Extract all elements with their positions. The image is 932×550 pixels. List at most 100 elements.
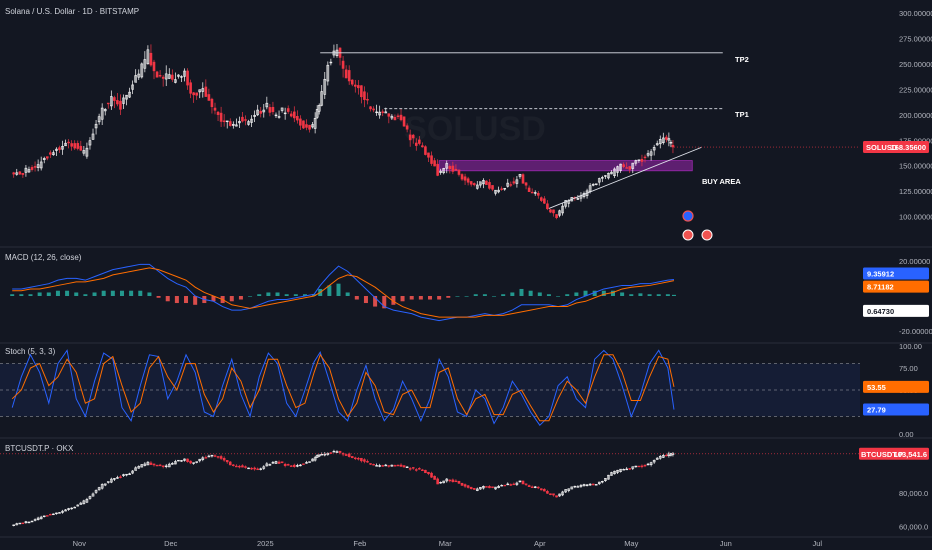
- btc-candle: [591, 483, 595, 486]
- macd-histogram-bar: [10, 294, 15, 296]
- sol-candle: [241, 116, 244, 122]
- macd-histogram-bar: [184, 296, 189, 304]
- sol-candle: [625, 167, 629, 169]
- sol-candle: [402, 116, 406, 127]
- btc-candle: [451, 479, 455, 482]
- macd-histogram-bar: [464, 296, 469, 297]
- btc-candle: [387, 465, 391, 467]
- btc-candle: [366, 461, 369, 463]
- btc-candle: [521, 480, 525, 485]
- event-lightning-icon[interactable]: [682, 210, 694, 222]
- sol-candle: [210, 98, 214, 108]
- btc-candle: [347, 453, 351, 457]
- macd-histogram-bar: [238, 296, 243, 300]
- sol-candle: [546, 203, 549, 210]
- macd-histogram-bar: [345, 292, 350, 296]
- sol-candle: [622, 164, 625, 167]
- btc-candle: [503, 484, 507, 487]
- btc-pane-title: BTCUSDT.P · OKX: [5, 444, 74, 453]
- btc-candle: [427, 471, 430, 474]
- macd-histogram-bar: [65, 290, 70, 296]
- sol-candle: [213, 107, 217, 111]
- sol-candle: [18, 171, 22, 175]
- macd-histogram-bar: [275, 292, 280, 296]
- macd-histogram-bar: [446, 296, 451, 298]
- sol-candle: [463, 176, 467, 181]
- sol-candle: [393, 116, 397, 121]
- btc-candle: [414, 469, 418, 471]
- stoch-y-tick: 100.00: [899, 342, 922, 351]
- btc-candle: [463, 484, 467, 487]
- sol-candle: [219, 112, 223, 122]
- sol-candle: [414, 142, 418, 146]
- btc-candle: [338, 450, 342, 453]
- btc-candle: [665, 454, 668, 457]
- stoch-value-tag: 27.79: [867, 406, 886, 415]
- macd-histogram-bar: [92, 292, 97, 296]
- btc-candle: [152, 463, 156, 466]
- sol-candle: [405, 125, 409, 130]
- sol-candle: [628, 166, 632, 170]
- btc-candle: [235, 465, 238, 468]
- sol-candle: [308, 124, 311, 130]
- sol-candle: [454, 168, 458, 171]
- sol-candle: [399, 114, 403, 121]
- sol-candle: [460, 174, 464, 180]
- sol-candle: [49, 152, 52, 155]
- btc-candle: [302, 463, 305, 465]
- x-tick-label-jun: Jun: [720, 539, 732, 548]
- macd-y-tick: 20.00000: [899, 257, 930, 266]
- sol-candle: [186, 70, 189, 86]
- sol-candle: [360, 85, 363, 98]
- sol-candle: [70, 143, 73, 147]
- chart-canvas: SOLUSD Nov Dec 2025 Feb Mar Apr May Jun Jul 100.0…: [0, 0, 932, 550]
- btc-candle: [485, 486, 488, 488]
- sol-candle: [543, 198, 546, 204]
- btc-candle: [289, 465, 293, 467]
- event-dividend-icon[interactable]: [701, 229, 713, 241]
- sol-candle: [469, 181, 473, 185]
- sol-candle: [192, 92, 195, 96]
- btc-candle: [21, 522, 25, 525]
- btc-candle: [399, 464, 403, 467]
- macd-histogram-bar: [28, 294, 33, 296]
- btc-candle: [225, 460, 229, 463]
- sol-candle: [448, 165, 452, 170]
- sol-candle: [491, 185, 494, 190]
- x-tick-label-apr: Apr: [534, 539, 546, 548]
- macd-histogram-bar: [556, 296, 561, 297]
- btc-candle: [436, 478, 439, 485]
- sol-candle: [555, 214, 558, 218]
- tp1-label: TP1: [735, 110, 749, 119]
- btc-candle: [350, 456, 354, 459]
- btc-candle: [372, 463, 375, 466]
- macd-histogram-bar: [418, 296, 423, 300]
- sol-candle: [106, 102, 110, 105]
- sol-candle: [372, 108, 375, 111]
- event-earnings-icon[interactable]: [682, 229, 694, 241]
- btc-candle: [329, 452, 333, 454]
- sol-candle: [671, 144, 675, 148]
- btc-candle: [286, 464, 290, 466]
- sol-candle: [268, 107, 272, 113]
- btc-candle: [457, 480, 461, 484]
- sol-candle: [228, 121, 232, 126]
- sol-candle: [381, 111, 385, 113]
- sol-candle: [530, 191, 534, 194]
- btc-candle: [536, 486, 540, 489]
- btc-candle: [241, 465, 244, 468]
- sol-candle: [369, 106, 372, 110]
- sol-candle: [113, 97, 116, 101]
- btc-candle: [213, 455, 217, 457]
- btc-candle: [256, 468, 259, 471]
- macd-histogram-bar: [409, 296, 414, 300]
- sol-candle: [292, 111, 296, 119]
- main-y-tick: 125.00000: [899, 187, 932, 196]
- sol-candle: [640, 158, 644, 162]
- macd-histogram-bar: [428, 296, 432, 300]
- btc-candle: [543, 488, 546, 492]
- macd-histogram-bar: [55, 290, 60, 296]
- btc-candle: [472, 488, 476, 490]
- sol-candle: [427, 152, 430, 158]
- sol-candle: [207, 94, 211, 101]
